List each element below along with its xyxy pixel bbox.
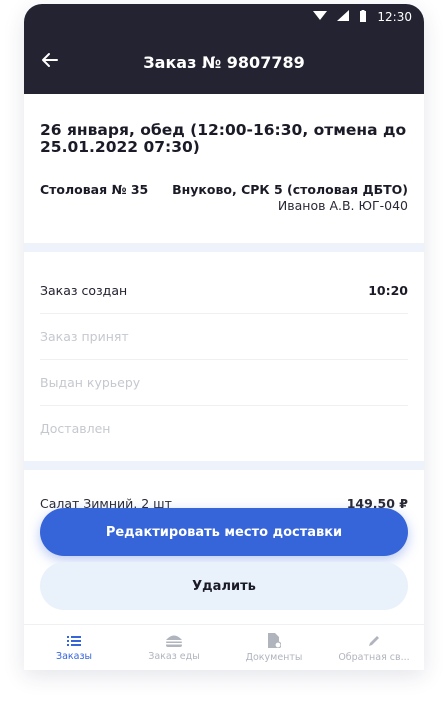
status-list: Заказ создан 10:20 Заказ принят Выдан ку… [24, 268, 424, 451]
status-row-accepted: Заказ принят [40, 314, 408, 360]
wifi-icon [313, 10, 328, 24]
delivery-place: Внуково, СРК 5 (столовая ДБТО) Иванов А.… [172, 182, 408, 213]
document-icon [268, 633, 281, 648]
delivery-address: Внуково, СРК 5 (столовая ДБТО) [172, 182, 408, 197]
status-row-delivered: Доставлен [40, 406, 408, 451]
tab-orders[interactable]: Заказы [24, 625, 124, 670]
page-title: Заказ № 9807789 [143, 52, 305, 72]
burger-icon [166, 635, 182, 647]
bottom-tab-bar: Заказы Заказ еды Документы Обратная св..… [24, 624, 424, 670]
status-row-created: Заказ создан 10:20 [40, 268, 408, 314]
status-bar: 12:30 [24, 4, 424, 30]
status-row-courier: Выдан курьеру [40, 360, 408, 406]
section-divider [24, 243, 424, 252]
list-icon [67, 635, 81, 646]
tab-feedback[interactable]: Обратная св... [324, 625, 424, 670]
tab-food-order[interactable]: Заказ еды [124, 625, 224, 670]
tab-label: Обратная св... [338, 651, 410, 663]
order-header: 26 января, обед (12:00-16:30, отмена до … [24, 94, 424, 214]
pencil-icon [369, 635, 379, 646]
signal-icon [337, 10, 350, 24]
status-time-value: 10:20 [368, 283, 408, 298]
battery-icon [359, 9, 367, 25]
tab-label: Заказы [55, 650, 93, 662]
delete-button[interactable]: Удалить [40, 562, 408, 610]
tab-label: Документы [245, 652, 303, 663]
status-label: Заказ создан [40, 283, 128, 298]
status-time: 12:30 [377, 10, 412, 24]
section-divider [24, 461, 424, 470]
tab-documents[interactable]: Документы [224, 625, 324, 670]
recipient-name: Иванов А.В. ЮГ-040 [277, 198, 408, 213]
canteen-name: Столовая № 35 [40, 182, 149, 197]
status-label: Доставлен [40, 421, 111, 436]
tab-label: Заказ еды [148, 651, 200, 662]
status-label: Выдан курьеру [40, 375, 141, 390]
order-title: 26 января, обед (12:00-16:30, отмена до … [40, 121, 407, 156]
app-bar: Заказ № 9807789 [24, 30, 424, 94]
edit-delivery-button[interactable]: Редактировать место доставки [40, 508, 408, 556]
delivery-place-row: Столовая № 35 Внуково, СРК 5 (столовая Д… [40, 182, 408, 213]
back-arrow-icon[interactable] [38, 48, 62, 72]
status-label: Заказ принят [40, 329, 129, 344]
order-details: 26 января, обед (12:00-16:30, отмена до … [24, 94, 424, 624]
phone-screen: 12:30 Заказ № 9807789 26 января, обед (1… [24, 4, 424, 670]
